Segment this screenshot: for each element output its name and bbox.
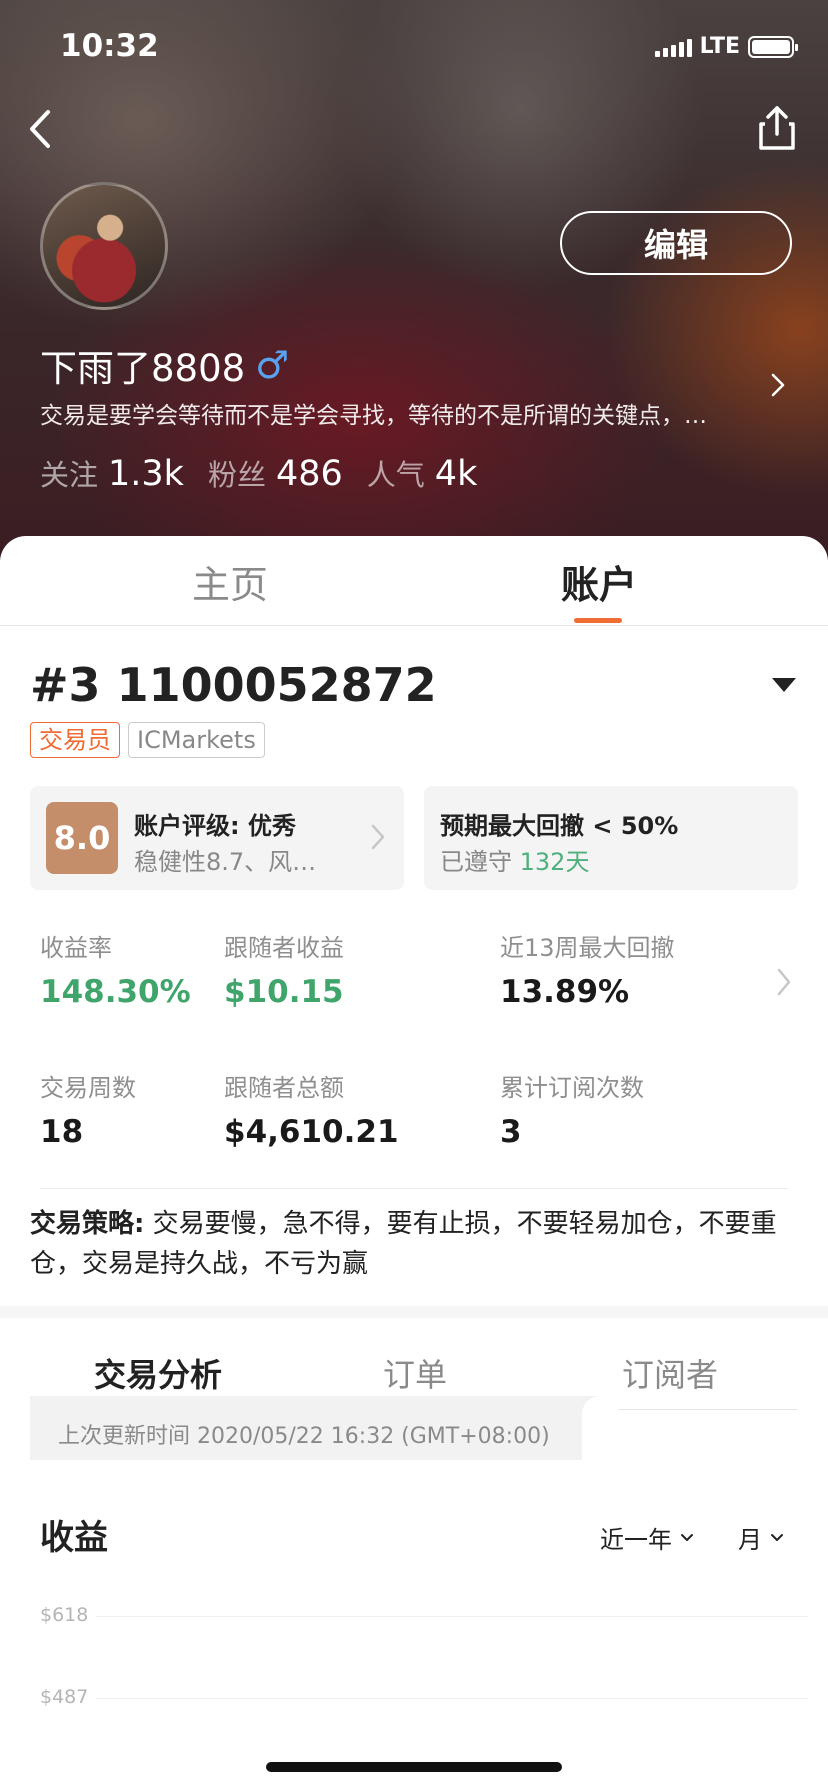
network-label: LTE: [699, 34, 740, 59]
account-id: #3 1100052872: [30, 658, 437, 712]
strategy-text: 交易策略: 交易要慢，急不得，要有止损，不要轻易加仓，不要重仓，交易是持久战，不…: [30, 1204, 798, 1284]
rating-card[interactable]: 8.0 账户评级: 优秀 稳健性8.7、风…: [30, 786, 404, 890]
male-icon: ♂: [255, 343, 290, 387]
granularity-filter[interactable]: 月: [738, 1520, 784, 1555]
trade-weeks-label: 交易周数: [40, 1074, 136, 1102]
chevron-right-icon: [777, 968, 791, 996]
last-update-time: 上次更新时间 2020/05/22 16:32 (GMT+08:00): [30, 1396, 618, 1460]
account-dropdown-icon[interactable]: [772, 678, 796, 692]
battery-icon: [748, 35, 798, 58]
follower-total-label: 跟随者总额: [224, 1074, 344, 1102]
metrics-detail-button[interactable]: [776, 966, 792, 998]
status-time: 10:32: [60, 28, 159, 64]
divider: [40, 1188, 788, 1189]
share-button[interactable]: [756, 104, 798, 152]
share-icon: [759, 106, 795, 150]
subscription-count-value: 3: [500, 1114, 522, 1150]
follower-profit-label: 跟随者收益: [224, 934, 344, 962]
rating-score: 8.0: [46, 802, 118, 874]
drawdown-kept-days: 132天: [519, 848, 590, 876]
broker-tag: ICMarkets: [128, 722, 265, 758]
bio-expand-arrow[interactable]: [768, 370, 788, 400]
chevron-down-icon: [681, 1533, 693, 1541]
tab-orders[interactable]: 订单: [383, 1350, 447, 1396]
rating-title: 账户评级: 优秀: [134, 812, 296, 840]
return-rate-label: 收益率: [40, 934, 112, 962]
drawdown-title: 预期最大回撤 < 50%: [440, 812, 679, 840]
tab-subscribers[interactable]: 订阅者: [622, 1350, 718, 1396]
y-tick-label: $618: [40, 1604, 89, 1626]
chevron-down-icon: [771, 1533, 783, 1541]
section-separator: [0, 1306, 828, 1318]
avatar[interactable]: [40, 182, 168, 310]
following-count[interactable]: 1.3k: [108, 454, 184, 494]
chevron-right-icon: [771, 373, 785, 397]
tab-active-indicator: [574, 618, 622, 623]
drawdown-kept: 已遵守 132天: [440, 842, 589, 877]
signal-icon: [654, 37, 692, 57]
chart-title: 收益: [40, 1518, 108, 1558]
tab-home[interactable]: 主页: [192, 554, 268, 609]
rating-arrow: [370, 822, 386, 852]
username: 下雨了8808: [40, 347, 246, 390]
username-row: 下雨了8808 ♂: [40, 338, 289, 392]
granularity-filter-label: 月: [738, 1526, 762, 1554]
trade-weeks-value: 18: [40, 1114, 84, 1150]
trader-tag: 交易员: [30, 722, 120, 758]
max-drawdown-label: 近13周最大回撤: [500, 934, 675, 962]
home-indicator[interactable]: [266, 1762, 562, 1772]
back-button[interactable]: [22, 104, 62, 154]
edit-profile-button[interactable]: 编辑: [560, 211, 792, 275]
rating-subtitle: 稳健性8.7、风…: [134, 848, 317, 876]
profile-stats: 关注 1.3k 粉丝 486 人气 4k: [40, 452, 501, 494]
follower-profit-value: $10.15: [224, 974, 344, 1010]
period-filter[interactable]: 近一年: [600, 1520, 694, 1555]
chevron-left-icon: [30, 110, 50, 148]
followers-label: 粉丝: [207, 458, 266, 492]
grid-line: [96, 1616, 808, 1617]
period-filter-label: 近一年: [600, 1526, 672, 1554]
popularity-label: 人气: [366, 458, 425, 492]
chevron-right-icon: [371, 824, 385, 850]
drawdown-card[interactable]: 预期最大回撤 < 50% 已遵守 132天: [424, 786, 798, 890]
follower-total-value: $4,610.21: [224, 1114, 399, 1150]
status-indicators: LTE: [654, 34, 798, 59]
strategy-label: 交易策略:: [30, 1209, 145, 1239]
account-sheet: 主页 账户 #3 1100052872 交易员 ICMarkets 8.0 账户…: [0, 536, 828, 1792]
max-drawdown-value: 13.89%: [500, 974, 630, 1010]
popularity-count: 4k: [434, 454, 478, 494]
subscription-count-label: 累计订阅次数: [500, 1074, 644, 1102]
drawdown-kept-prefix: 已遵守: [440, 848, 512, 876]
bio-text[interactable]: 交易是要学会等待而不是学会寻找，等待的不是所谓的关键点，…: [40, 396, 740, 430]
tab-trade-analysis[interactable]: 交易分析: [94, 1350, 222, 1396]
followers-count[interactable]: 486: [276, 454, 343, 494]
following-label: 关注: [40, 458, 99, 492]
grid-line: [96, 1698, 808, 1699]
return-rate-value: 148.30%: [40, 974, 191, 1010]
profile-header: 10:32 LTE 编辑 下雨了8808 ♂ 交易是要学会等待而不是学会寻找，等…: [0, 0, 828, 560]
y-tick-label: $487: [40, 1686, 89, 1708]
profile-tabs: 主页 账户: [0, 536, 828, 626]
tab-account[interactable]: 账户: [561, 554, 637, 609]
account-tags: 交易员 ICMarkets: [30, 722, 265, 758]
